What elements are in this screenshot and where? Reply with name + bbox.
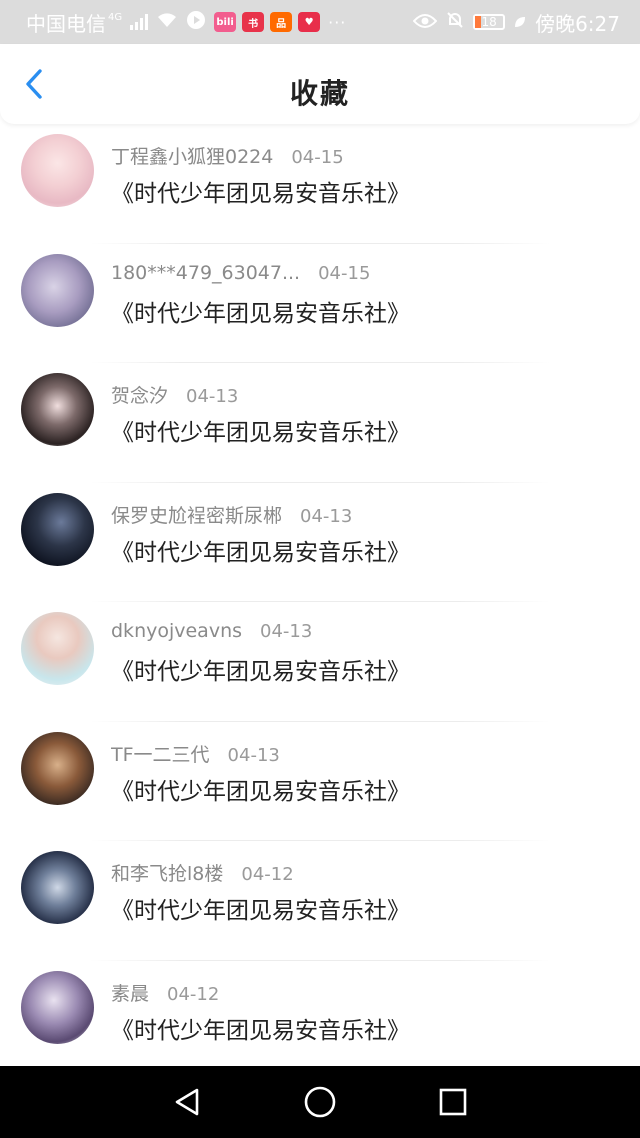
date-label: 04-15 [318,262,371,284]
date-label: 04-13 [186,386,239,407]
item-meta: dknyojveavns 04-13 [111,620,312,642]
username[interactable]: 和李飞抢l8楼 [111,859,223,886]
item-meta: 素晨 04-12 [111,979,219,1006]
username[interactable]: 贺念汐 [111,381,168,408]
item-meta: 保罗史尬裎密斯尿郴 04-13 [111,501,352,528]
list-item[interactable]: 丁程鑫小狐狸0224 04-15 《时代少年团见易安音乐社》 [0,124,640,244]
date-label: 04-15 [291,147,344,168]
list-item[interactable]: 贺念汐 04-13 《时代少年团见易安音乐社》 [0,363,640,483]
item-meta: 贺念汐 04-13 [111,381,238,408]
book-badge-icon: 书 [242,12,265,32]
date-label: 04-12 [241,864,294,885]
signal-icon [130,14,149,30]
nav-back-button[interactable] [162,1077,212,1127]
battery-percent: 18 [481,15,497,29]
nav-recents-button[interactable] [428,1077,478,1127]
item-meta: TF一二三代 04-13 [111,740,280,767]
list-item[interactable]: dknyojveavns 04-13 《时代少年团见易安音乐社》 [0,602,640,722]
date-label: 04-12 [167,983,220,1005]
item-title[interactable]: 《时代少年团见易安音乐社》 [111,533,410,567]
item-meta: 180***479_63047... 04-15 [111,262,370,284]
heart-badge-icon: ♥ [298,12,321,32]
clock: 傍晚6:27 [535,11,620,36]
triangle-back-icon [175,1088,198,1116]
avatar[interactable] [21,612,94,685]
avatar[interactable] [21,134,94,207]
date-label: 04-13 [260,621,313,642]
battery-icon: 18 [473,14,506,30]
avatar[interactable] [21,373,94,446]
more-dots: ··· [328,12,347,32]
mute-bell-icon [445,10,465,35]
username[interactable]: TF一二三代 [111,740,210,767]
date-label: 04-13 [300,505,353,527]
leaf-icon [513,10,527,34]
screen: 中国电信 4G bili 书品 ♥ ··· 18 傍晚6:27 收藏 丁程鑫小狐… [0,0,640,1138]
item-title[interactable]: 《时代少年团见易安音乐社》 [111,772,410,806]
list-item[interactable]: 保罗史尬裎密斯尿郴 04-13 《时代少年团见易安音乐社》 [0,483,640,602]
username[interactable]: 丁程鑫小狐狸0224 [111,142,273,169]
app-badges: bili 书品 ♥ [214,12,321,32]
bilibili-badge-icon: bili [214,12,237,32]
item-meta: 和李飞抢l8楼 04-12 [111,859,294,886]
avatar[interactable] [21,253,94,327]
item-title[interactable]: 《时代少年团见易安音乐社》 [111,891,410,925]
page-title: 收藏 [289,77,350,110]
system-nav-bar [0,1066,640,1138]
app-header: 收藏 [0,44,640,124]
eye-icon [412,10,438,34]
list-item[interactable]: 和李飞抢l8楼 04-12 《时代少年团见易安音乐社》 [0,841,640,961]
username[interactable]: 180***479_63047... [111,262,300,284]
carrier-label: 中国电信 [26,11,106,36]
date-label: 04-13 [227,744,280,766]
square-recents-icon [440,1088,467,1116]
status-bar: 中国电信 4G bili 书品 ♥ ··· 18 傍晚6:27 [0,0,640,44]
list-item[interactable]: 素晨 04-12 《时代少年团见易安音乐社》 [0,961,640,1080]
circle-home-icon [304,1086,336,1118]
avatar[interactable] [21,851,94,924]
favorites-list: 丁程鑫小狐狸0224 04-15 《时代少年团见易安音乐社》 180***479_63… [0,124,640,1080]
username[interactable]: 保罗史尬裎密斯尿郴 [111,501,282,528]
username[interactable]: dknyojveavns [111,620,242,642]
avatar[interactable] [21,970,94,1044]
nav-home-button[interactable] [295,1077,345,1127]
item-title[interactable]: 《时代少年团见易安音乐社》 [111,294,410,328]
item-title[interactable]: 《时代少年团见易安音乐社》 [111,652,410,686]
status-left: 中国电信 4G bili 书品 ♥ ··· [26,8,346,37]
wifi-icon [156,10,178,34]
grid-badge-icon: 品 [270,12,293,32]
item-title[interactable]: 《时代少年团见易安音乐社》 [111,174,410,208]
status-right: 18 傍晚6:27 [412,8,620,37]
list-item[interactable]: TF一二三代 04-13 《时代少年团见易安音乐社》 [0,722,640,841]
username[interactable]: 素晨 [111,979,149,1006]
item-meta: 丁程鑫小狐狸0224 04-15 [111,142,344,169]
list-item[interactable]: 180***479_63047... 04-15 《时代少年团见易安音乐社》 [0,244,640,363]
item-title[interactable]: 《时代少年团见易安音乐社》 [111,1011,410,1045]
avatar[interactable] [21,731,94,805]
avatar[interactable] [21,492,94,566]
item-title[interactable]: 《时代少年团见易安音乐社》 [111,413,410,447]
play-icon [186,10,206,35]
network-type: 4G [108,11,123,23]
